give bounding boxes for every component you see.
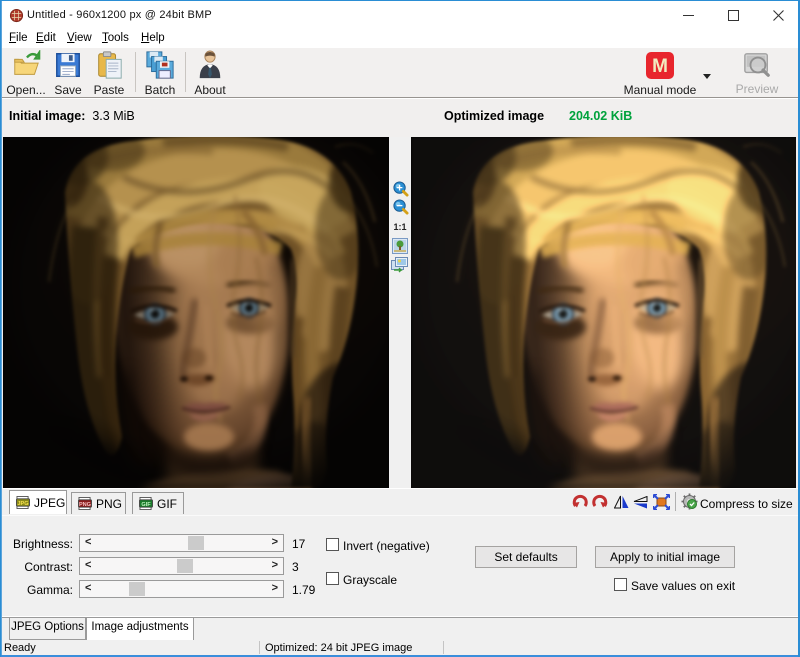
svg-text:JPG: JPG <box>17 501 28 507</box>
svg-text:M: M <box>652 56 668 77</box>
svg-text:GIF: GIF <box>141 502 151 508</box>
svg-text:PNG: PNG <box>79 502 91 508</box>
